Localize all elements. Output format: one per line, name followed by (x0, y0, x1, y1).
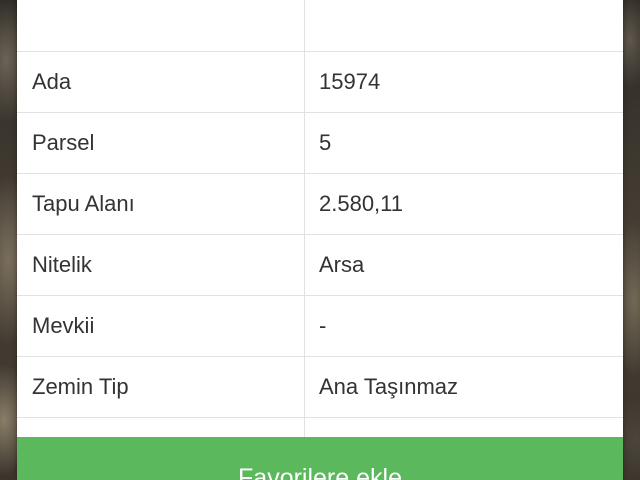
row-value-parsel: 5 (319, 130, 332, 155)
table-row-nitelik: Nitelik Arsa (17, 235, 623, 296)
add-to-favorites-label: Favorilere ekle (238, 464, 402, 480)
row-value-mevkii: - (319, 313, 327, 338)
row-label-zemin-tip: Zemin Tip (17, 357, 305, 417)
row-value-ada: 15974 (319, 69, 381, 94)
table-row-parsel: Parsel 5 (17, 113, 623, 174)
add-to-favorites-button[interactable]: Favorilere ekle (17, 437, 623, 480)
row-value-nitelik: Arsa (319, 252, 365, 277)
row-label-nitelik: Nitelik (17, 235, 305, 295)
table-row-ada: Ada 15974 (17, 52, 623, 113)
row-label-ada: Ada (17, 52, 305, 112)
table-row (17, 0, 623, 52)
row-label-mevkii: Mevkii (17, 296, 305, 356)
row-label-parsel: Parsel (17, 113, 305, 173)
row-label-tapu-alani: Tapu Alanı (17, 174, 305, 234)
row-label (17, 0, 305, 51)
table-row-zemin-tip: Zemin Tip Ana Taşınmaz (17, 357, 623, 418)
parcel-table: Ada 15974 Parsel 5 Tapu Alanı 2.580,11 N… (17, 0, 623, 479)
row-value-zemin-tip: Ana Taşınmaz (319, 374, 459, 399)
table-row-tapu-alani: Tapu Alanı 2.580,11 (17, 174, 623, 235)
parcel-info-panel: Ada 15974 Parsel 5 Tapu Alanı 2.580,11 N… (17, 0, 623, 480)
row-value (305, 0, 623, 51)
row-value-tapu-alani: 2.580,11 (319, 191, 404, 216)
table-row-mevkii: Mevkii - (17, 296, 623, 357)
